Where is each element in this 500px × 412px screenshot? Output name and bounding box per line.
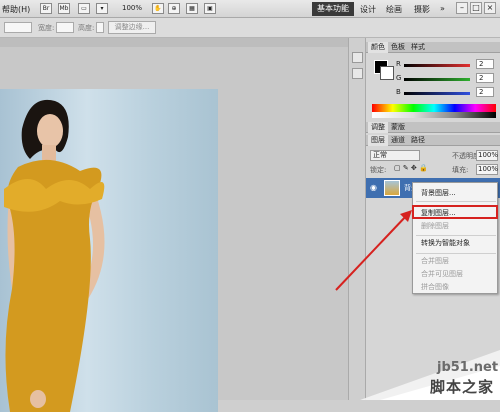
workspace-design[interactable]: 设计 xyxy=(360,4,376,15)
bridge-button[interactable]: Br xyxy=(40,3,52,14)
options-bar: 宽度: 高度: 调整边缘... xyxy=(0,18,500,38)
menu-separator xyxy=(416,253,496,254)
menu-item-delete-layer: 删除图层 xyxy=(421,222,449,230)
workspace-photography[interactable]: 摄影 xyxy=(414,4,430,15)
application-bar: 帮助(H) Br Mb ▭ ▾ 100% ✋ ⊕ ▦ ▣ 基本功能 设计 绘画 … xyxy=(0,0,500,18)
eye-icon[interactable]: ◉ xyxy=(370,183,380,193)
panel-toggle-icon[interactable] xyxy=(352,68,363,79)
adjust-panel-tabs: 调整 蒙版 xyxy=(366,122,500,133)
workspace-expand-icon[interactable]: » xyxy=(440,4,445,13)
tab-paths[interactable]: 路径 xyxy=(408,135,428,146)
arrange-documents-icon[interactable]: ▦ xyxy=(186,3,198,14)
maximize-button[interactable]: □ xyxy=(470,2,482,14)
color-panel-tabs: 颜色 色板 样式 xyxy=(366,42,500,53)
menu-separator xyxy=(416,201,496,202)
green-slider[interactable] xyxy=(404,78,470,81)
channel-label: G xyxy=(396,74,402,82)
menu-separator xyxy=(416,235,496,236)
zoom-level[interactable]: 100% xyxy=(122,4,142,12)
fill-input[interactable]: 100% xyxy=(476,164,498,175)
style-field[interactable] xyxy=(4,22,32,33)
tab-swatches[interactable]: 色板 xyxy=(388,42,408,53)
panel-toggle-icon[interactable] xyxy=(352,52,363,63)
layers-panel-tabs: 图层 通道 路径 xyxy=(366,135,500,146)
menu-item-background-layer[interactable]: 背景图层... xyxy=(413,187,499,199)
canvas-area[interactable] xyxy=(0,47,348,412)
tab-channels[interactable]: 通道 xyxy=(388,135,408,146)
zoom-icon[interactable]: ⊕ xyxy=(168,3,180,14)
channel-label: B xyxy=(396,88,401,96)
tab-adjustments[interactable]: 调整 xyxy=(368,122,388,133)
blend-mode-select[interactable]: 正常 xyxy=(370,150,420,161)
channel-b-row: B 2 xyxy=(396,87,496,98)
menu-item-convert-smart-object[interactable]: 转换为智能对象 xyxy=(413,237,499,249)
menu-item-merge-visible: 合并可见图层 xyxy=(421,270,463,278)
tab-masks[interactable]: 蒙版 xyxy=(388,122,408,133)
document-photo[interactable] xyxy=(0,89,218,412)
zoom-tool-button[interactable]: ▾ xyxy=(96,3,108,14)
blue-slider[interactable] xyxy=(404,92,470,95)
watermark-url: jb51.net xyxy=(437,360,499,375)
tab-color[interactable]: 颜色 xyxy=(368,42,388,53)
menu-item-flatten-image: 拼合图像 xyxy=(421,283,449,291)
hand-tool-icon[interactable]: ✋ xyxy=(152,3,164,14)
layer-context-menu: 背景图层... 复制图层... 删除图层 转换为智能对象 合并图层 合并可见图层… xyxy=(412,182,498,294)
workspace-painting[interactable]: 绘画 xyxy=(386,4,402,15)
mini-bridge-button[interactable]: Mb xyxy=(58,3,70,14)
color-spectrum[interactable] xyxy=(372,104,496,118)
red-arrow-icon xyxy=(335,210,412,291)
channel-label: R xyxy=(396,60,401,68)
woman-figure xyxy=(4,99,105,412)
width-label: 宽度: xyxy=(38,24,55,32)
layer-thumbnail xyxy=(384,180,400,196)
channel-r-row: R 2 xyxy=(396,59,496,70)
highlight-box xyxy=(412,205,498,219)
lock-label: 锁定: xyxy=(370,166,387,174)
lock-icons[interactable]: ▢ ✎ ✥ 🔒 xyxy=(394,164,428,172)
refine-edge-button[interactable]: 调整边缘... xyxy=(108,21,156,34)
fill-label: 填充: xyxy=(452,166,469,174)
height-label: 高度: xyxy=(78,24,95,32)
menu-help[interactable]: 帮助(H) xyxy=(2,4,30,15)
channel-value[interactable]: 2 xyxy=(476,87,494,97)
close-button[interactable]: × xyxy=(484,2,496,14)
tab-layers[interactable]: 图层 xyxy=(368,135,388,146)
width-field[interactable] xyxy=(56,22,74,33)
red-slider[interactable] xyxy=(404,64,470,67)
document-tab-strip xyxy=(0,38,348,47)
opacity-input[interactable]: 100% xyxy=(476,150,498,161)
channel-value[interactable]: 2 xyxy=(476,59,494,69)
tab-styles[interactable]: 样式 xyxy=(408,42,428,53)
channel-value[interactable]: 2 xyxy=(476,73,494,83)
channel-g-row: G 2 xyxy=(396,73,496,84)
minimize-button[interactable]: – xyxy=(456,2,468,14)
menu-item-merge-layers: 合并图层 xyxy=(421,257,449,265)
workspace-essentials-button[interactable]: 基本功能 xyxy=(312,2,354,16)
view-extras-button[interactable]: ▭ xyxy=(78,3,90,14)
screen-mode-icon[interactable]: ▣ xyxy=(204,3,216,14)
height-field[interactable] xyxy=(96,22,104,33)
background-color-swatch[interactable] xyxy=(380,66,394,80)
watermark-name: 脚本之家 xyxy=(430,378,495,396)
